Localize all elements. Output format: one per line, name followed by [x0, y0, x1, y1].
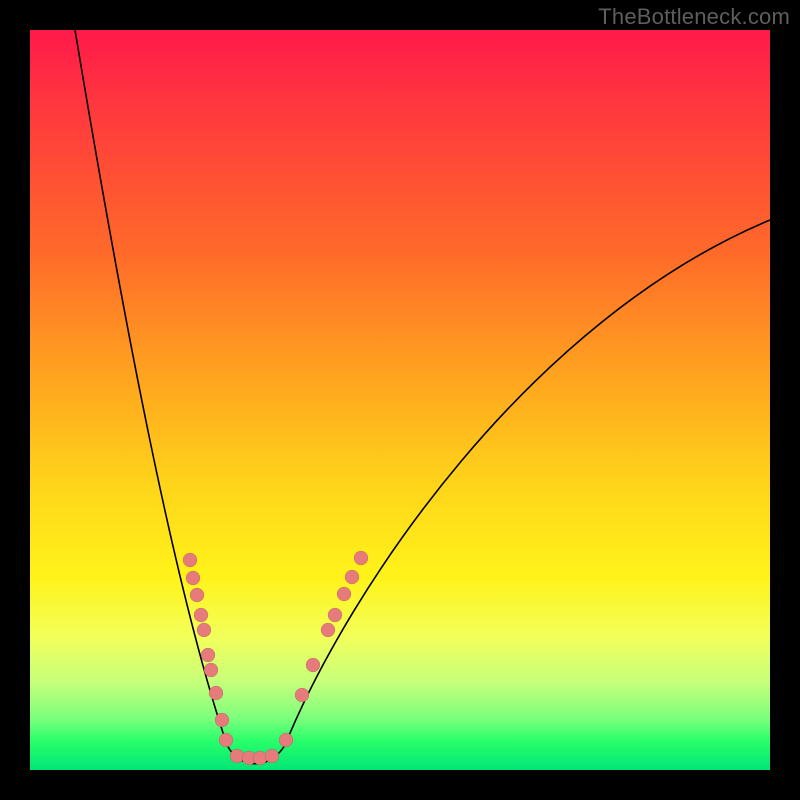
curve-data-point: [279, 733, 293, 747]
curve-data-point: [204, 663, 218, 677]
curve-data-point: [253, 751, 267, 765]
curve-data-point: [265, 749, 279, 763]
curve-data-point: [321, 623, 335, 637]
curve-data-point: [354, 551, 368, 565]
curve-data-point: [337, 587, 351, 601]
curve-data-point: [328, 608, 342, 622]
curve-data-point: [197, 623, 211, 637]
curve-data-point: [183, 553, 197, 567]
curve-data-point: [194, 608, 208, 622]
curve-data-point: [219, 733, 233, 747]
curve-data-point: [201, 648, 215, 662]
curve-data-point: [345, 570, 359, 584]
curve-data-point: [186, 571, 200, 585]
curve-data-points: [183, 551, 368, 765]
chart-plot-area: [30, 30, 770, 770]
curve-data-point: [295, 688, 309, 702]
bottleneck-curve-svg: [30, 30, 770, 770]
curve-data-point: [230, 749, 244, 763]
watermark-text: TheBottleneck.com: [598, 4, 790, 30]
curve-data-point: [209, 686, 223, 700]
curve-data-point: [190, 588, 204, 602]
bottleneck-curve-path: [75, 30, 770, 764]
curve-data-point: [306, 658, 320, 672]
curve-data-point: [215, 713, 229, 727]
